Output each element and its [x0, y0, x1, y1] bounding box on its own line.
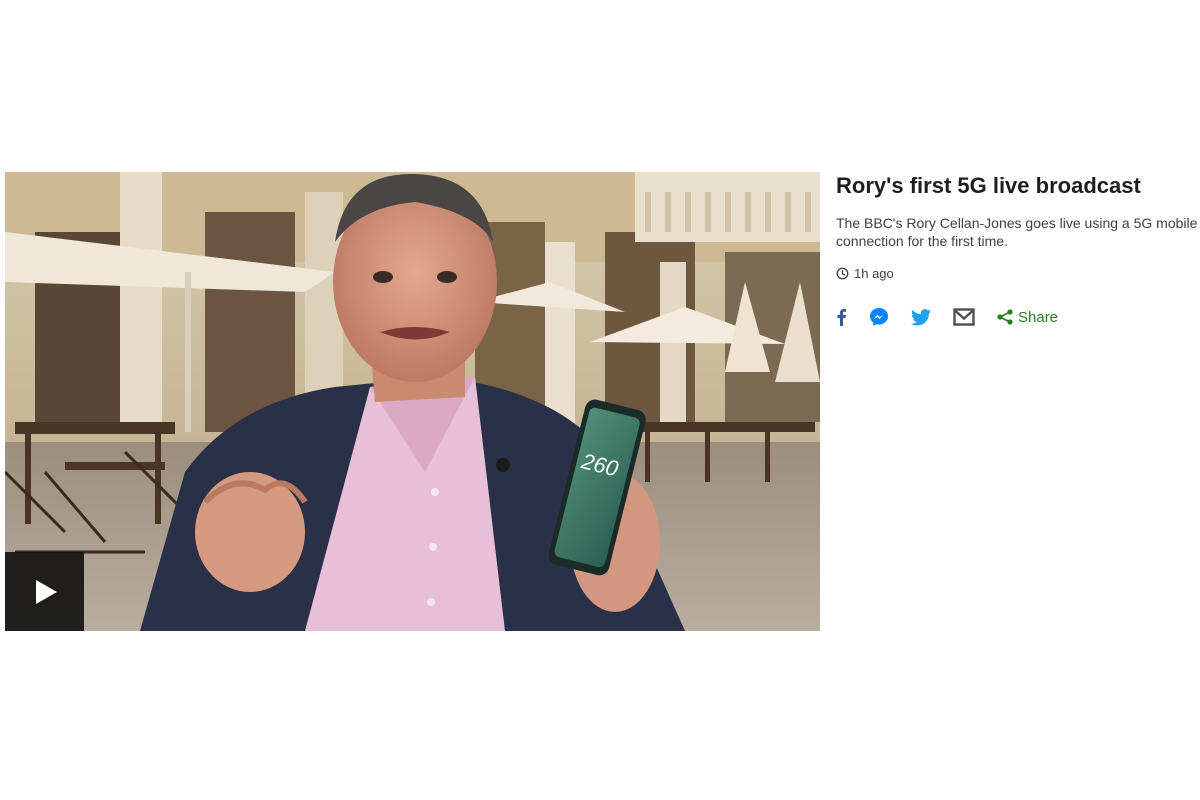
email-icon [953, 308, 975, 326]
clock-icon [836, 267, 849, 279]
story-summary: Rory's first 5G live broadcast The BBC's… [836, 172, 1200, 329]
video-still-image: 260 [5, 172, 820, 631]
timestamp: 1h ago [836, 264, 1200, 282]
facebook-icon [837, 309, 847, 326]
timestamp-text: 1h ago [854, 265, 894, 281]
messenger-icon [870, 308, 888, 326]
share-messenger-button[interactable] [869, 305, 889, 329]
share-twitter-button[interactable] [911, 305, 931, 329]
share-button[interactable]: Share [997, 305, 1058, 329]
video-thumbnail[interactable]: 260 [5, 172, 820, 631]
share-bar: Share [836, 305, 1200, 329]
page: 260 Rory's first 5G live broadcast The B… [0, 0, 1200, 800]
share-email-button[interactable] [953, 305, 975, 329]
headline-link[interactable]: Rory's first 5G live broadcast [836, 172, 1200, 200]
share-facebook-button[interactable] [836, 305, 847, 329]
story-summary-text: The BBC's Rory Cellan-Jones goes live us… [836, 215, 1198, 249]
share-icon [997, 309, 1013, 325]
twitter-icon [911, 308, 931, 325]
share-label: Share [1018, 308, 1059, 326]
play-icon [35, 579, 57, 604]
play-button[interactable] [5, 552, 84, 631]
